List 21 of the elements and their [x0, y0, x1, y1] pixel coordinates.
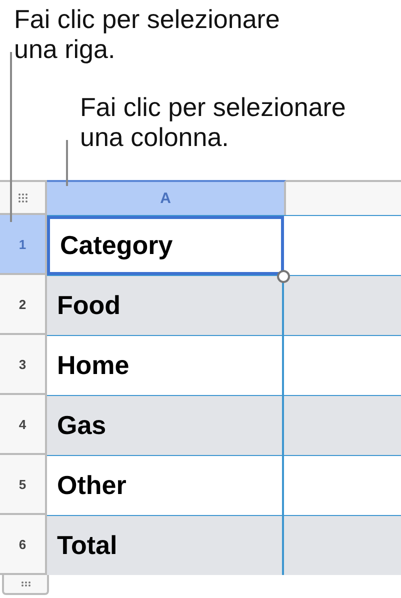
table-cell[interactable]: Gas: [47, 396, 284, 455]
row-header[interactable]: 4: [0, 395, 47, 455]
row-header[interactable]: 5: [0, 455, 47, 515]
callout-text: Fai clic per selezionare una riga.: [14, 4, 280, 64]
grip-icon: [18, 192, 28, 202]
leader-line: [66, 140, 68, 186]
add-row-handle[interactable]: [2, 575, 49, 595]
table-handle[interactable]: [0, 180, 47, 215]
resize-handle[interactable]: [277, 270, 290, 283]
column-header[interactable]: [286, 180, 401, 215]
row-header[interactable]: 6: [0, 515, 47, 575]
grip-icon: [20, 581, 30, 587]
table-cell[interactable]: [284, 276, 401, 335]
callout-text: Fai clic per selezionare una colonna.: [80, 92, 346, 152]
table-cell[interactable]: [284, 516, 401, 575]
table-cell[interactable]: Food: [47, 276, 284, 335]
table-cell[interactable]: Category: [47, 216, 284, 275]
table-cell[interactable]: Total: [47, 516, 284, 575]
table-cell[interactable]: [284, 396, 401, 455]
row-header[interactable]: 3: [0, 335, 47, 395]
row-header[interactable]: 2: [0, 275, 47, 335]
